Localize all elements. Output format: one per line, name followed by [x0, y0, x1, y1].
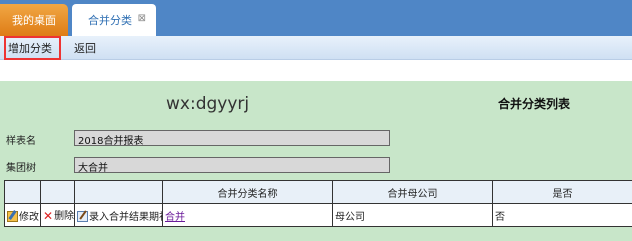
record-icon: [77, 211, 88, 222]
edit-icon: [7, 211, 18, 222]
template-name-label: 样表名: [6, 136, 36, 147]
delete-label: 删除: [54, 211, 75, 222]
table-header: [74, 180, 163, 204]
category-name-link[interactable]: 合并: [165, 212, 185, 223]
flag-cell: 否: [492, 203, 632, 227]
tab-close-icon[interactable]: ⊠: [138, 13, 146, 24]
delete-icon: ✕: [43, 209, 54, 223]
parent-company-cell: 母公司: [332, 203, 493, 227]
tab-my-desktop-label: 我的桌面: [12, 14, 56, 27]
edit-action[interactable]: 修改: [4, 203, 41, 227]
edit-label: 修改: [19, 211, 39, 223]
table-header-category-name: 合并分类名称: [162, 180, 333, 204]
tab-merge-category[interactable]: 合并分类 ⊠: [72, 4, 156, 36]
category-name-cell: 合并: [162, 203, 333, 227]
back-button[interactable]: 返回: [74, 40, 96, 56]
group-tree-field[interactable]: 大合并: [74, 157, 390, 174]
tab-bar: 我的桌面 合并分类 ⊠: [0, 0, 632, 36]
table-header-parent-company: 合并母公司: [332, 180, 493, 204]
category-table: 合并分类名称 合并母公司 是否 修改 ✕删除 录入合并结果期初 合并 母公司 否: [4, 180, 632, 227]
tab-my-desktop[interactable]: 我的桌面: [0, 4, 68, 36]
table-row: 修改 ✕删除 录入合并结果期初 合并 母公司 否: [4, 203, 632, 227]
table-header: [40, 180, 75, 204]
delete-action[interactable]: ✕删除: [40, 203, 75, 227]
watermark: wx:dgyyrj: [166, 94, 250, 114]
tab-merge-category-label: 合并分类: [88, 14, 132, 27]
toolbar: 增加分类 返回: [0, 36, 632, 60]
table-header-row: 合并分类名称 合并母公司 是否: [4, 180, 632, 204]
group-tree-label: 集团树: [6, 163, 36, 174]
page-title: 合并分类列表: [498, 97, 571, 111]
record-opening-action[interactable]: 录入合并结果期初: [74, 203, 163, 227]
add-category-button[interactable]: 增加分类: [8, 40, 52, 56]
table-header-flag: 是否: [492, 180, 632, 204]
table-header: [4, 180, 41, 204]
template-name-field[interactable]: 2018合并报表: [74, 130, 390, 147]
record-label: 录入合并结果期初: [89, 211, 163, 223]
